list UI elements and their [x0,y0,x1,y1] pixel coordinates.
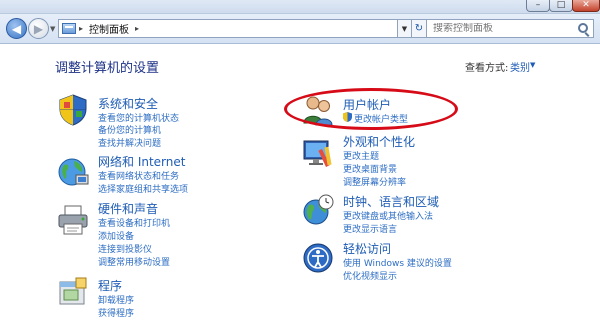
network-globe-icon [58,158,89,186]
highlight-annotation [284,88,458,130]
page-title: 调整计算机的设置 [55,61,160,76]
refresh-icon: ↻ [414,23,424,34]
minimize-button[interactable]: – [526,0,550,12]
title-bar: – □ ✕ [0,0,600,14]
breadcrumb-chevron-icon[interactable]: ▸ [135,24,139,33]
forward-arrow-icon: ▶ [33,21,44,36]
link-uninstall-program[interactable]: 卸载程序 [98,293,134,306]
link-backup-computer[interactable]: 备份您的计算机 [98,123,161,136]
maximize-button[interactable]: □ [549,0,573,12]
refresh-button[interactable]: ↻ [412,19,427,38]
link-homegroup-sharing[interactable]: 选择家庭组和共享选项 [98,182,188,195]
category-programs[interactable]: 程序 [98,277,122,294]
search-box[interactable] [426,19,594,38]
link-troubleshoot[interactable]: 查找并解决问题 [98,136,161,149]
link-connect-projector[interactable]: 连接到投影仪 [98,242,152,255]
clock-globe-icon [303,194,334,225]
navigation-bar: ◀ ▶ ▼ ▸ 控制面板 ▸ ▼ ↻ [0,14,600,44]
link-optimize-visual-display[interactable]: 优化视频显示 [343,269,397,282]
recent-pages-dropdown[interactable]: ▼ [50,25,55,33]
link-change-input-method[interactable]: 更改键盘或其他输入法 [343,209,433,222]
back-arrow-icon: ◀ [11,21,22,36]
link-adjust-resolution[interactable]: 调整屏幕分辨率 [343,175,406,188]
link-change-display-language[interactable]: 更改显示语言 [343,222,397,235]
breadcrumb-control-panel[interactable]: 控制面板 [89,21,129,36]
address-bar[interactable]: ▸ 控制面板 ▸ [58,19,398,38]
category-appearance-personalization[interactable]: 外观和个性化 [343,133,415,150]
back-button[interactable]: ◀ [6,18,27,39]
close-button[interactable]: ✕ [572,0,600,12]
link-get-programs[interactable]: 获得程序 [98,306,134,319]
programs-icon [59,277,87,305]
chevron-down-icon: ▼ [401,24,408,33]
category-network-internet[interactable]: 网络和 Internet [98,153,185,170]
category-system-security[interactable]: 系统和安全 [98,95,158,112]
forward-button[interactable]: ▶ [28,18,49,39]
link-devices-printers[interactable]: 查看设备和打印机 [98,216,170,229]
view-by-selector[interactable]: 类别 [510,59,530,74]
shield-icon [59,94,87,126]
ease-of-access-icon [303,243,333,273]
search-input[interactable] [427,23,572,34]
category-ease-of-access[interactable]: 轻松访问 [343,240,391,257]
view-by-label: 查看方式: [465,63,509,74]
breadcrumb-separator-icon[interactable]: ▸ [79,24,83,33]
link-windows-recommended-settings[interactable]: 使用 Windows 建议的设置 [343,256,452,269]
chevron-down-icon[interactable]: ▼ [530,61,535,69]
link-mobility-settings[interactable]: 调整常用移动设置 [98,255,170,268]
link-network-status[interactable]: 查看网络状态和任务 [98,169,179,182]
category-clock-language-region[interactable]: 时钟、语言和区域 [343,193,439,210]
link-change-desktop-background[interactable]: 更改桌面背景 [343,162,397,175]
category-hardware-sound[interactable]: 硬件和声音 [98,200,158,217]
link-add-device[interactable]: 添加设备 [98,229,134,242]
control-panel-content: 调整计算机的设置 查看方式: 类别 ▼ 系统和安全 查看您的计算机状态 备份您的… [0,45,600,334]
printer-icon [58,205,88,235]
control-panel-icon [62,23,76,34]
address-history-dropdown[interactable]: ▼ [398,19,412,38]
appearance-icon [303,140,332,168]
search-icon[interactable] [578,23,588,33]
link-change-theme[interactable]: 更改主题 [343,149,379,162]
